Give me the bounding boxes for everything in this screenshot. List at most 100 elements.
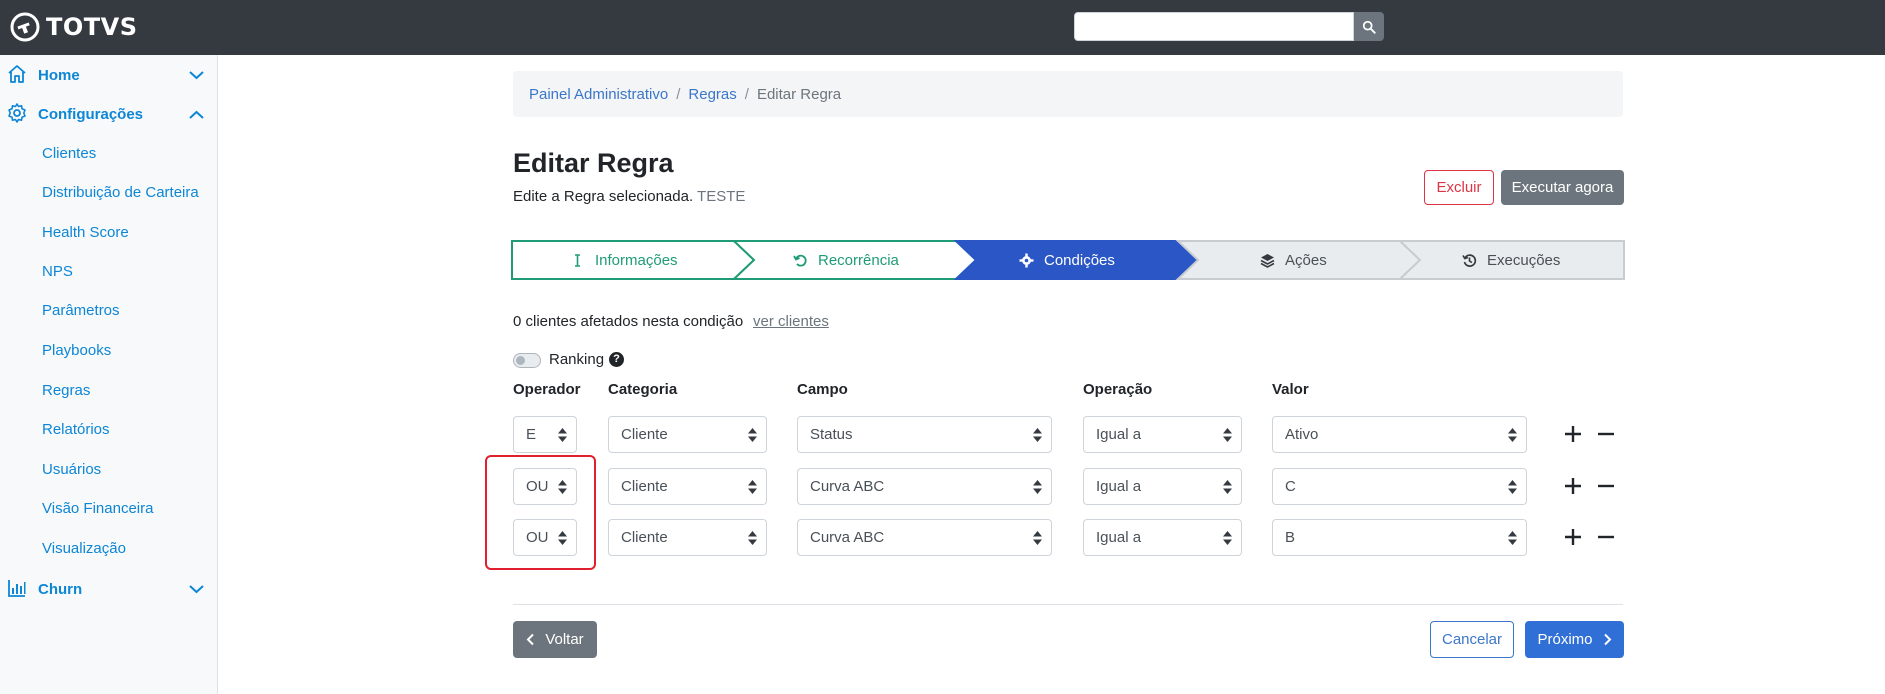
sort-caret-icon bbox=[1508, 428, 1517, 442]
operation-select[interactable]: Igual a bbox=[1083, 416, 1242, 453]
sort-caret-icon bbox=[1223, 480, 1232, 494]
sidebar-item-regras[interactable]: Regras bbox=[42, 380, 90, 402]
chevron-right-icon bbox=[1603, 633, 1611, 646]
step-informacoes[interactable]: Informações bbox=[570, 240, 678, 280]
page-title: Editar Regra bbox=[513, 148, 674, 178]
help-icon[interactable]: ? bbox=[609, 352, 624, 367]
sidebar-item-playbooks[interactable]: Playbooks bbox=[42, 340, 111, 362]
sort-caret-icon bbox=[748, 531, 757, 545]
step-label: Execuções bbox=[1487, 251, 1561, 269]
select-value: Cliente bbox=[621, 478, 668, 495]
search-button[interactable] bbox=[1354, 12, 1384, 41]
sidebar-item-nps[interactable]: NPS bbox=[42, 261, 73, 283]
layers-icon bbox=[1260, 253, 1275, 268]
form-divider bbox=[513, 604, 1623, 605]
remove-condition-icon[interactable] bbox=[1596, 527, 1616, 547]
column-header-operador: Operador bbox=[513, 381, 581, 398]
sort-caret-icon bbox=[558, 428, 567, 442]
add-condition-icon[interactable] bbox=[1563, 527, 1583, 547]
sidebar-item-usuarios[interactable]: Usuários bbox=[42, 459, 101, 481]
gear-icon bbox=[8, 103, 26, 123]
breadcrumb-regras[interactable]: Regras bbox=[688, 86, 736, 103]
sidebar-item-churn[interactable]: Churn bbox=[0, 573, 218, 605]
sort-caret-icon bbox=[1508, 531, 1517, 545]
sidebar-item-parametros[interactable]: Parâmetros bbox=[42, 300, 120, 322]
undo-icon bbox=[793, 254, 807, 267]
delete-button[interactable]: Excluir bbox=[1424, 170, 1494, 205]
breadcrumb: Painel Administrativo / Regras / Editar … bbox=[513, 71, 1623, 117]
rule-name: TESTE bbox=[697, 188, 746, 205]
column-header-categoria: Categoria bbox=[608, 381, 678, 398]
back-button[interactable]: Voltar bbox=[513, 621, 597, 658]
sort-caret-icon bbox=[1033, 428, 1042, 442]
step-acoes[interactable]: Ações bbox=[1260, 240, 1327, 280]
back-button-label: Voltar bbox=[545, 631, 584, 648]
category-select[interactable]: Cliente bbox=[608, 468, 767, 505]
select-value: Igual a bbox=[1096, 529, 1142, 546]
sidebar-item-health-score[interactable]: Health Score bbox=[42, 222, 129, 244]
select-value: E bbox=[526, 426, 537, 443]
sort-caret-icon bbox=[1033, 480, 1042, 494]
chevron-up-icon[interactable] bbox=[188, 106, 205, 123]
step-label: Informações bbox=[595, 251, 678, 269]
sort-caret-icon bbox=[1223, 531, 1232, 545]
cancel-button[interactable]: Cancelar bbox=[1430, 621, 1514, 658]
remove-condition-icon[interactable] bbox=[1596, 476, 1616, 496]
page-subtitle: Edite a Regra selecionada. TESTE bbox=[513, 188, 745, 205]
breadcrumb-separator: / bbox=[744, 85, 749, 103]
field-select[interactable]: Curva ABC bbox=[797, 519, 1052, 556]
bar-chart-icon bbox=[8, 580, 26, 597]
column-header-operacao: Operação bbox=[1083, 381, 1153, 398]
value-select[interactable]: B bbox=[1272, 519, 1527, 556]
category-select[interactable]: Cliente bbox=[608, 519, 767, 556]
chevron-down-icon[interactable] bbox=[188, 581, 205, 598]
search-icon bbox=[1362, 20, 1376, 34]
see-clients-link[interactable]: ver clientes bbox=[753, 313, 829, 330]
breadcrumb-current: Editar Regra bbox=[756, 85, 842, 103]
value-select[interactable]: Ativo bbox=[1272, 416, 1527, 453]
brand-name: TOTVS bbox=[46, 13, 138, 41]
category-select[interactable]: Cliente bbox=[608, 416, 767, 453]
home-icon bbox=[8, 65, 26, 83]
step-label: Recorrência bbox=[818, 251, 899, 269]
sidebar-item-relatorios[interactable]: Relatórios bbox=[42, 419, 110, 441]
sidebar-item-label: Churn bbox=[38, 580, 83, 598]
value-select[interactable]: C bbox=[1272, 468, 1527, 505]
sidebar-item-home[interactable]: Home bbox=[0, 59, 218, 91]
sort-caret-icon bbox=[748, 480, 757, 494]
breadcrumb-painel-administrativo[interactable]: Painel Administrativo bbox=[529, 86, 668, 103]
search-input[interactable] bbox=[1074, 12, 1354, 41]
step-recorrencia[interactable]: Recorrência bbox=[793, 240, 899, 280]
field-select[interactable]: Status bbox=[797, 416, 1052, 453]
remove-condition-icon[interactable] bbox=[1596, 424, 1616, 444]
sidebar-item-clientes[interactable]: Clientes bbox=[42, 143, 96, 165]
operation-select[interactable]: Igual a bbox=[1083, 519, 1242, 556]
select-value: Igual a bbox=[1096, 478, 1142, 495]
chevron-down-icon[interactable] bbox=[188, 67, 205, 84]
operation-select[interactable]: Igual a bbox=[1083, 468, 1242, 505]
add-condition-icon[interactable] bbox=[1563, 476, 1583, 496]
step-condicoes[interactable]: Condições bbox=[1019, 240, 1115, 280]
column-header-campo: Campo bbox=[797, 381, 848, 398]
sort-caret-icon bbox=[748, 428, 757, 442]
highlight-annotation bbox=[485, 455, 596, 570]
breadcrumb-separator: / bbox=[676, 85, 681, 103]
ranking-toggle[interactable] bbox=[513, 353, 541, 368]
step-execucoes[interactable]: Execuções bbox=[1462, 240, 1560, 280]
sidebar-item-visualizacao[interactable]: Visualização bbox=[42, 538, 126, 560]
select-value: Cliente bbox=[621, 529, 668, 546]
next-button-label: Próximo bbox=[1537, 631, 1593, 648]
operator-select[interactable]: E bbox=[513, 416, 577, 453]
next-button[interactable]: Próximo bbox=[1525, 621, 1624, 658]
step-label: Ações bbox=[1285, 251, 1327, 269]
add-condition-icon[interactable] bbox=[1563, 424, 1583, 444]
run-now-button[interactable]: Executar agora bbox=[1501, 170, 1624, 205]
cursor-icon bbox=[575, 253, 580, 267]
brand-logo[interactable]: TOTVS bbox=[10, 12, 138, 42]
select-value: Curva ABC bbox=[810, 478, 885, 495]
step-label: Condições bbox=[1044, 251, 1115, 269]
sidebar-item-configuracoes[interactable]: Configurações bbox=[0, 98, 218, 130]
sidebar-item-visao-financeira[interactable]: Visão Financeira bbox=[42, 498, 153, 520]
sidebar-item-distribuicao-de-carteira[interactable]: Distribuição de Carteira bbox=[42, 182, 199, 204]
field-select[interactable]: Curva ABC bbox=[797, 468, 1052, 505]
